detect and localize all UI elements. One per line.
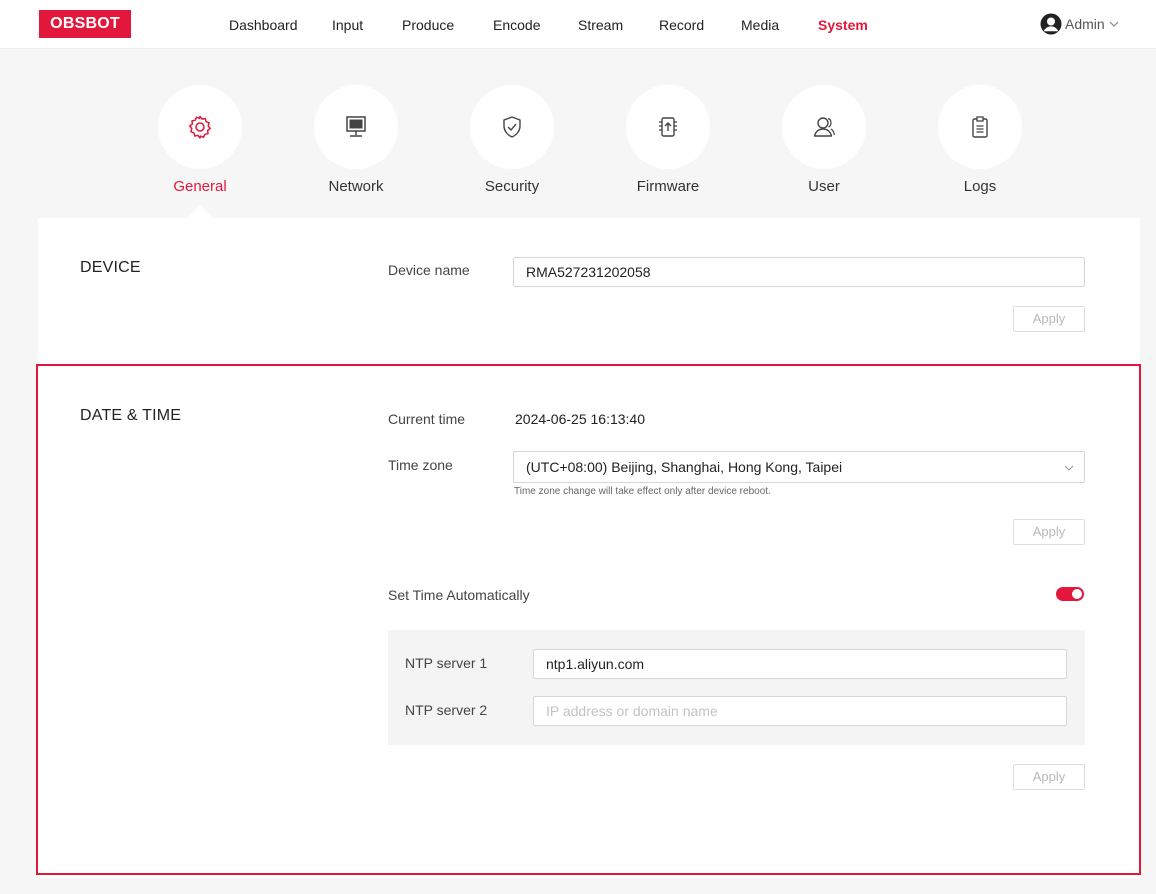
time-zone-label: Time zone: [388, 457, 453, 473]
clipboard-icon: [972, 116, 988, 138]
nav-record[interactable]: Record: [659, 17, 704, 33]
ntp-server-2-label: NTP server 2: [405, 702, 488, 718]
tab-firmware-label: Firmware: [636, 178, 700, 195]
device-apply-button[interactable]: Apply: [1013, 306, 1085, 332]
ntp-apply-button[interactable]: Apply: [1013, 764, 1085, 790]
section-divider: [38, 364, 1140, 366]
time-zone-selected-value: (UTC+08:00) Beijing, Shanghai, Hong Kong…: [526, 459, 843, 475]
current-time-label: Current time: [388, 411, 466, 427]
obsbot-logo[interactable]: OBSBOT: [39, 10, 131, 38]
tab-security-circle: [470, 85, 554, 169]
toggle-knob: [1072, 589, 1082, 599]
settings-panel: [38, 218, 1140, 878]
tab-firmware-circle: [626, 85, 710, 169]
tab-general-circle: [158, 85, 242, 169]
user-name: Admin: [1065, 16, 1105, 32]
set-time-automatically-label: Set Time Automatically: [388, 587, 530, 603]
nav-encode[interactable]: Encode: [493, 17, 540, 33]
device-name-input[interactable]: [513, 257, 1085, 287]
top-navigation-bar: OBSBOT Dashboard Input Produce Encode St…: [0, 0, 1156, 49]
gear-icon: [189, 115, 211, 139]
tab-user-circle: [782, 85, 866, 169]
datetime-section-title: DATE & TIME: [80, 407, 182, 424]
tab-firmware[interactable]: Firmware: [608, 85, 728, 195]
nav-input[interactable]: Input: [332, 17, 363, 33]
monitor-icon: [346, 116, 366, 137]
tab-logs-label: Logs: [963, 178, 997, 195]
nav-system[interactable]: System: [818, 17, 868, 33]
nav-produce[interactable]: Produce: [402, 17, 454, 33]
tab-general-label: General: [173, 178, 227, 195]
current-time-value: 2024-06-25 16:13:40: [515, 411, 645, 427]
time-zone-hint: Time zone change will take effect only a…: [514, 486, 771, 497]
ntp-server-2-input[interactable]: [533, 696, 1067, 726]
nav-media[interactable]: Media: [741, 17, 779, 33]
active-tab-pointer: [186, 205, 214, 219]
upload-chip-icon: [659, 117, 677, 137]
tab-logs-circle: [938, 85, 1022, 169]
tab-network[interactable]: Network: [296, 85, 416, 195]
set-time-automatically-toggle[interactable]: [1056, 587, 1084, 601]
tab-general[interactable]: General: [140, 85, 260, 195]
tab-user[interactable]: User: [764, 85, 884, 195]
device-name-label: Device name: [388, 262, 470, 278]
tab-network-circle: [314, 85, 398, 169]
chevron-down-icon: [1109, 21, 1119, 27]
tab-network-label: Network: [328, 178, 384, 195]
chevron-down-icon: [1064, 465, 1074, 471]
user-avatar-icon: [1040, 13, 1062, 35]
users-icon: [813, 117, 836, 137]
ntp-server-1-label: NTP server 1: [405, 655, 488, 671]
tab-security-label: Security: [484, 178, 540, 195]
tab-user-label: User: [808, 178, 840, 195]
ntp-server-1-input[interactable]: [533, 649, 1067, 679]
shield-check-icon: [503, 116, 521, 138]
device-section-title: DEVICE: [80, 259, 141, 276]
time-zone-select[interactable]: (UTC+08:00) Beijing, Shanghai, Hong Kong…: [513, 451, 1085, 483]
tab-logs[interactable]: Logs: [920, 85, 1040, 195]
timezone-apply-button[interactable]: Apply: [1013, 519, 1085, 545]
ntp-settings-box: [388, 630, 1085, 745]
nav-stream[interactable]: Stream: [578, 17, 623, 33]
tab-security[interactable]: Security: [452, 85, 572, 195]
user-menu[interactable]: Admin: [1040, 12, 1120, 36]
nav-dashboard[interactable]: Dashboard: [229, 17, 298, 33]
